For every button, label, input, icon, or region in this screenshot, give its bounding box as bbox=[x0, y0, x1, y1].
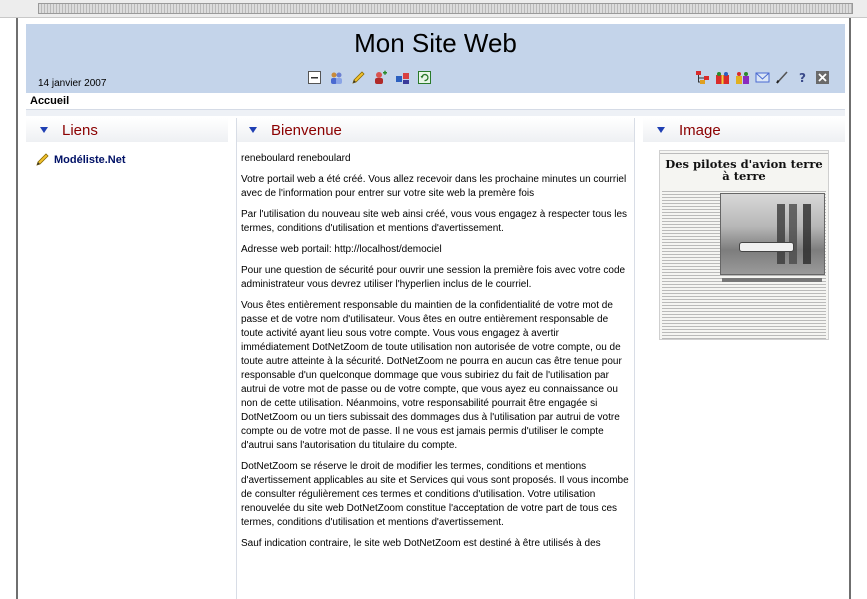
collapse-triangle-icon[interactable] bbox=[249, 127, 257, 133]
middle-pane: Bienvenue reneboulard reneboulard Votre … bbox=[236, 118, 635, 599]
pane-header-liens: Liens bbox=[26, 118, 228, 142]
welcome-text: reneboulard reneboulard Votre portail we… bbox=[237, 142, 634, 551]
edit-icon[interactable] bbox=[774, 69, 791, 86]
site-header: Mon Site Web 14 janvier 2007 ? bbox=[26, 24, 845, 93]
paragraph: reneboulard reneboulard bbox=[241, 153, 351, 164]
pane-header-bienvenue: Bienvenue bbox=[237, 118, 634, 142]
left-pane: Liens Modéliste.Net bbox=[26, 118, 228, 599]
collapse-triangle-icon[interactable] bbox=[40, 127, 48, 133]
site-tree-icon[interactable] bbox=[694, 69, 711, 86]
pane-title: Liens bbox=[62, 121, 98, 139]
newspaper-body bbox=[662, 191, 826, 339]
paragraph: Par l'utilisation du nouveau site web ai… bbox=[241, 209, 628, 234]
toolbar-grip[interactable] bbox=[38, 3, 853, 14]
help-icon[interactable]: ? bbox=[794, 69, 811, 86]
photo-people bbox=[777, 204, 822, 264]
paragraph: Vous êtes entièrement responsable du mai… bbox=[241, 300, 622, 451]
portal-page: Mon Site Web 14 janvier 2007 ? Accueil L… bbox=[16, 18, 851, 599]
pane-title: Bienvenue bbox=[271, 121, 342, 139]
right-pane: Image Des pilotes d'avion terre à terre bbox=[643, 118, 845, 599]
collapse-triangle-icon[interactable] bbox=[657, 127, 665, 133]
breadcrumb: Accueil bbox=[26, 93, 845, 110]
gift-icon[interactable] bbox=[714, 69, 731, 86]
paragraph: Votre portail web a été créé. Vous allez… bbox=[241, 174, 627, 199]
pane-title: Image bbox=[679, 121, 721, 139]
users-icon[interactable] bbox=[328, 69, 345, 86]
model-plane bbox=[739, 242, 794, 252]
link-modeliste[interactable]: Modéliste.Net bbox=[54, 154, 126, 166]
pencil-icon[interactable] bbox=[350, 69, 367, 86]
breadcrumb-home[interactable]: Accueil bbox=[30, 95, 69, 107]
newspaper-image[interactable]: Des pilotes d'avion terre à terre bbox=[659, 150, 829, 340]
paragraph: Pour une question de sécurité pour ouvri… bbox=[241, 265, 626, 290]
group-icon[interactable] bbox=[734, 69, 751, 86]
admin-toolbar-right: ? bbox=[694, 69, 831, 86]
newspaper-masthead bbox=[660, 151, 828, 154]
pencil-icon bbox=[34, 151, 51, 168]
close-icon[interactable] bbox=[814, 69, 831, 86]
current-date: 14 janvier 2007 bbox=[38, 78, 107, 89]
user-add-icon[interactable] bbox=[372, 69, 389, 86]
browser-toolbar bbox=[0, 0, 867, 18]
svg-text:?: ? bbox=[799, 71, 806, 85]
site-title: Mon Site Web bbox=[354, 28, 517, 58]
paragraph: Adresse web portail: http://localhost/de… bbox=[241, 244, 442, 255]
mail-icon[interactable] bbox=[754, 69, 771, 86]
paragraph: DotNetZoom se réserve le droit de modifi… bbox=[241, 461, 629, 528]
photo-caption bbox=[722, 278, 822, 282]
refresh-icon[interactable] bbox=[416, 69, 433, 86]
pane-header-image: Image bbox=[643, 118, 845, 142]
newspaper-photo bbox=[720, 193, 825, 275]
minimize-icon[interactable] bbox=[306, 69, 323, 86]
separator bbox=[26, 110, 845, 116]
admin-toolbar-left bbox=[306, 69, 433, 86]
link-item[interactable]: Modéliste.Net bbox=[34, 151, 126, 168]
network-icon[interactable] bbox=[394, 69, 411, 86]
newspaper-headline: Des pilotes d'avion terre à terre bbox=[665, 157, 823, 183]
paragraph: Sauf indication contraire, le site web D… bbox=[241, 538, 601, 549]
